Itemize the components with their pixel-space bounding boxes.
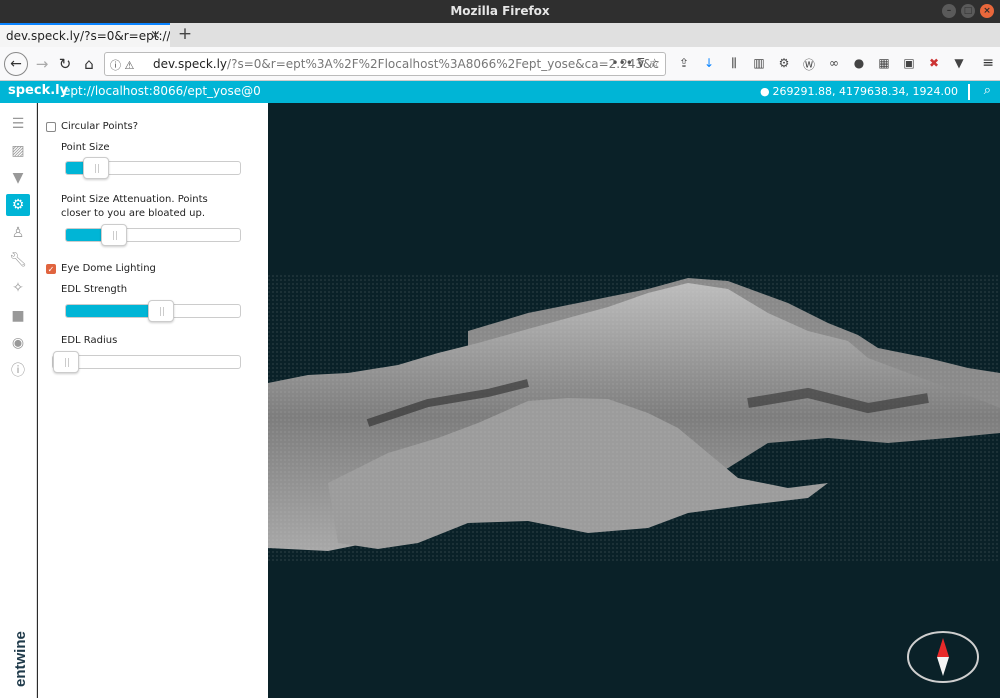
entwine-logo: entwine — [12, 631, 29, 687]
point-size-label: Point Size — [61, 142, 110, 153]
toolbar-icons: ⇪ ↓ ⫼ ▥ ⚙ Ⓦ ∞ ● ▦ ▣ ✖ ▼ — [676, 56, 967, 73]
entwine-logo-text: entwine — [12, 631, 29, 687]
point-size-slider-handle[interactable] — [83, 157, 110, 179]
maximize-button[interactable]: □ — [961, 4, 975, 18]
database-icon[interactable]: ☰ — [6, 113, 30, 135]
edl-strength-label: EDL Strength — [61, 284, 128, 295]
edl-radius-label: EDL Radius — [61, 335, 118, 346]
close-window-button[interactable]: × — [980, 4, 994, 18]
site-info-icons[interactable]: ⓘ ⚠ — [110, 57, 134, 73]
header-divider — [968, 84, 970, 100]
window-controls: – □ × — [942, 4, 994, 18]
app-brand: speck.ly — [8, 83, 69, 98]
hamburger-menu-icon[interactable]: ≡ — [982, 55, 994, 71]
url-domain: dev.speck.ly — [153, 57, 228, 71]
screenshot-icon[interactable]: ⇪ — [676, 56, 692, 73]
addon-x-icon[interactable]: ✖ — [926, 56, 942, 73]
addon-se-icon[interactable]: ▣ — [901, 56, 917, 73]
coordinates-readout: ● 269291.88, 4179638.34, 1924.00 — [760, 85, 958, 98]
point-cloud-viewport[interactable] — [268, 103, 1000, 698]
magic-wand-icon[interactable]: ✧ — [6, 277, 30, 299]
url-bar[interactable]: dev.speck.ly/?s=0&r=ept%3A%2F%2Flocalhos… — [104, 52, 666, 76]
eye-dome-lighting-label: Eye Dome Lighting — [61, 263, 156, 274]
navigation-bar: ← → ↻ ⌂ dev.speck.ly/?s=0&r=ept%3A%2F%2F… — [0, 47, 1000, 81]
app-header: speck.ly ept://localhost:8066/ept_yose@0… — [0, 81, 1000, 103]
attenuation-slider-handle[interactable] — [100, 224, 127, 246]
resource-path: ept://localhost:8066/ept_yose@0 — [63, 84, 261, 98]
coordinates-value: 269291.88, 4179638.34, 1924.00 — [772, 85, 958, 98]
downloads-icon[interactable]: ↓ — [701, 56, 717, 73]
forward-button[interactable]: → — [31, 53, 53, 75]
edl-radius-slider-handle[interactable] — [53, 351, 79, 373]
addon-circle-icon[interactable]: ● — [851, 56, 867, 73]
edl-radius-slider[interactable] — [52, 351, 241, 373]
edl-strength-slider-handle[interactable] — [147, 300, 174, 322]
edl-strength-slider[interactable] — [65, 300, 241, 322]
video-camera-icon[interactable]: ■ — [6, 305, 30, 327]
person-icon[interactable]: ♙ — [6, 222, 30, 244]
tab-strip: dev.speck.ly/?s=0&r=ept://lc × + — [0, 23, 1000, 47]
pocket-icon[interactable]: ⊽ — [637, 56, 646, 70]
image-icon[interactable]: ▨ — [6, 140, 30, 162]
back-button[interactable]: ← — [4, 52, 28, 76]
attenuation-slider[interactable] — [65, 224, 241, 246]
new-tab-button[interactable]: + — [176, 23, 194, 47]
tab-close-icon[interactable]: × — [150, 25, 161, 47]
url-path: /?s=0&r=ept%3A%2F%2Flocalhost%3A8066%2Fe… — [227, 57, 659, 71]
circular-points-checkbox[interactable] — [46, 122, 56, 132]
addon-v-icon[interactable]: ▼ — [951, 56, 967, 73]
addon-gear-icon[interactable]: ⚙ — [776, 56, 792, 73]
point-size-slider[interactable] — [65, 157, 241, 179]
reload-button[interactable]: ↻ — [54, 53, 76, 75]
eye-icon[interactable]: ◉ — [6, 332, 30, 354]
window-title: Mozilla Firefox — [450, 4, 550, 18]
circular-points-label: Circular Points? — [61, 121, 139, 132]
map-pin-icon: ● — [759, 85, 770, 98]
settings-panel: Circular Points? Point Size Point Size A… — [38, 103, 268, 698]
addon-glasses-icon[interactable]: ∞ — [826, 56, 842, 73]
addon-w-icon[interactable]: Ⓦ — [801, 56, 817, 73]
sidebar-icon[interactable]: ▥ — [751, 56, 767, 73]
browser-tab[interactable]: dev.speck.ly/?s=0&r=ept://lc × — [0, 23, 170, 47]
url-actions: ••• ⊽ ☆ — [612, 56, 660, 70]
terrain-render — [268, 273, 1000, 563]
search-icon[interactable]: ⌕ — [984, 83, 991, 98]
home-button[interactable]: ⌂ — [78, 53, 100, 75]
cogs-icon[interactable]: ⚙ — [6, 194, 30, 216]
tab-title: dev.speck.ly/?s=0&r=ept://lc — [6, 29, 170, 43]
eye-dome-lighting-checkbox[interactable]: ✓ — [46, 264, 56, 274]
wrench-icon[interactable]: 🔧︎ — [6, 249, 30, 271]
tool-rail: ☰ ▨ ▼ ⚙ ♙ 🔧︎ ✧ ■ ◉ ⓘ entwine — [0, 103, 37, 698]
library-icon[interactable]: ⫼ — [726, 56, 742, 73]
info-icon[interactable]: ⓘ — [6, 360, 30, 382]
attenuation-label: Point Size Attenuation. Points closer to… — [61, 194, 208, 219]
minimize-button[interactable]: – — [942, 4, 956, 18]
bookmark-star-icon[interactable]: ☆ — [649, 56, 660, 70]
filter-icon[interactable]: ▼ — [6, 167, 30, 189]
edl-strength-slider-fill — [66, 305, 161, 317]
page-actions-icon[interactable]: ••• — [612, 56, 633, 70]
window-titlebar: Mozilla Firefox – □ × — [0, 0, 1000, 23]
addon-grid-icon[interactable]: ▦ — [876, 56, 892, 73]
compass-icon[interactable] — [906, 630, 980, 684]
